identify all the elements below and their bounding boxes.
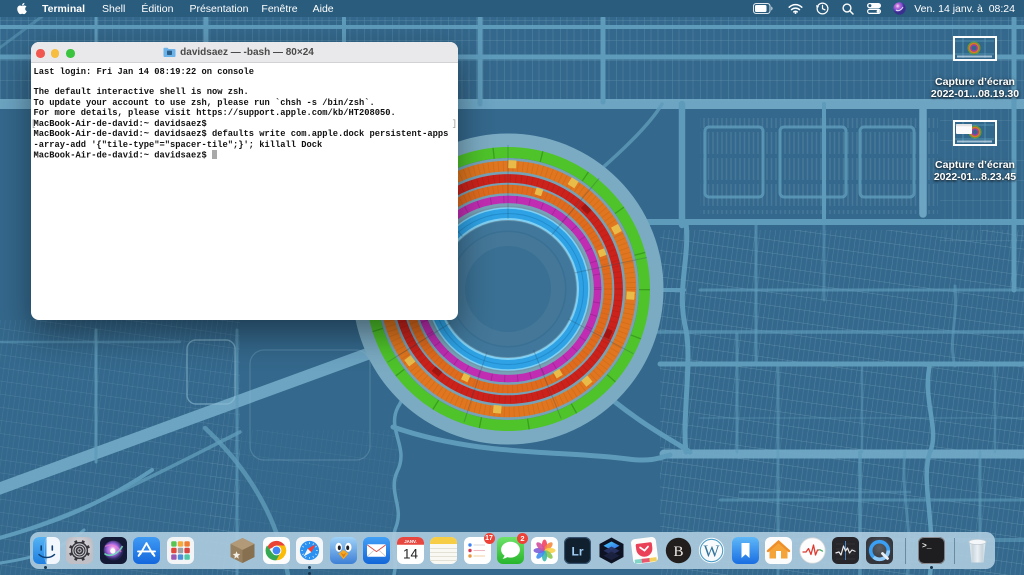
svg-text:Lr: Lr — [572, 545, 584, 559]
svg-text:B: B — [673, 544, 683, 560]
svg-text:W: W — [703, 542, 720, 561]
svg-text:14: 14 — [402, 547, 418, 562]
svg-text:JANV.: JANV. — [404, 539, 417, 544]
svg-text:>_: >_ — [922, 542, 932, 551]
